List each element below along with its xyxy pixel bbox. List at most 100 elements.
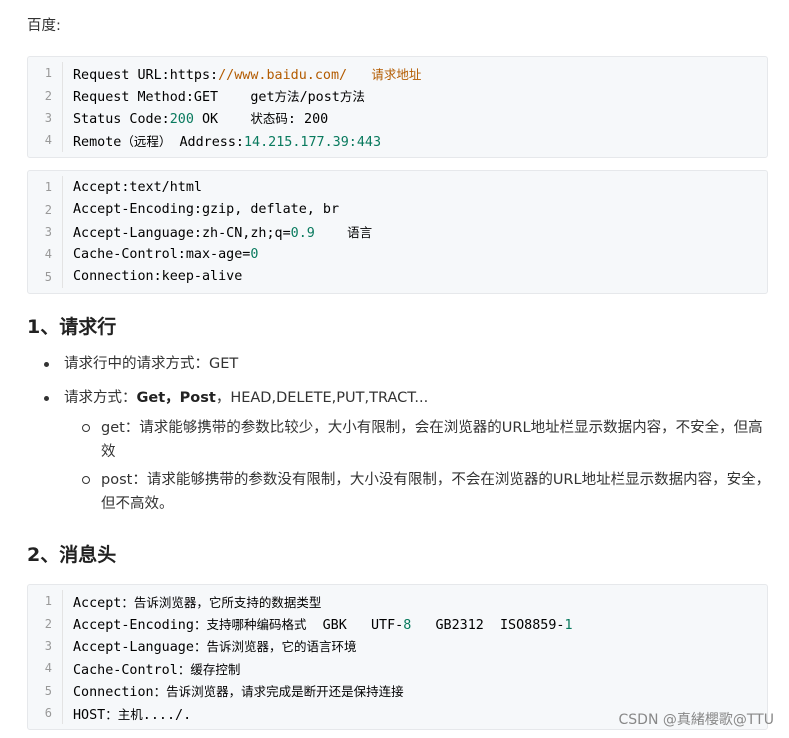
code-token: 200: [169, 112, 194, 128]
code-line: 1 Accept:text/html: [28, 176, 767, 199]
code-line: 4 Cache-Control：缓存控制: [28, 657, 767, 680]
code-token: Status Code:: [73, 112, 170, 128]
code-token: Address:: [171, 134, 244, 150]
line-number: 4: [28, 657, 63, 680]
code-line: 2 Accept-Encoding：支持哪种编码格式 GBK UTF-8 GB23…: [28, 612, 767, 635]
code-line: 4 Cache-Control:max-age=0: [28, 243, 767, 266]
code-token: Accept-Encoding:gzip, deflate, br: [73, 202, 340, 218]
code-text: Accept:text/html: [63, 180, 202, 195]
code-token: Accept-Language: [73, 640, 194, 656]
watermark: CSDN @真緒櫻歌@TTU: [618, 712, 774, 728]
code-text: Request URL:https://www.baidu.com/ 请求地址: [63, 64, 421, 83]
code-token: 0: [250, 246, 259, 262]
code-line: 4 Remote（远程） Address:14.215.177.39:443: [28, 129, 767, 152]
code-line: 2 Accept-Encoding:gzip, deflate, br: [28, 198, 767, 221]
code-line: 3 Accept-Language：告诉浏览器，它的语言环境: [28, 634, 767, 658]
code-token: 1: [564, 618, 573, 634]
code-text: Accept-Language:zh-CN,zh;q=0.9 语言: [63, 222, 372, 241]
code-token: Accept-Language:zh-CN,zh;q=: [73, 226, 291, 242]
code-text: HOST：主机..../.: [63, 704, 191, 723]
code-line: 5 Connection:keep-alive: [28, 265, 767, 288]
sublist-item-post: post：请求能够携带的参数没有限制，大小没有限制，不会在浏览器的URL地址栏显…: [64, 468, 777, 516]
code-token: 状态码: [250, 111, 288, 127]
code-token: GB2312 ISO8859-: [411, 618, 565, 634]
line-number: 3: [28, 106, 63, 130]
code-token: Cache-Control:max-age=: [73, 246, 251, 262]
code-token: ：告诉浏览器，请求完成是断开还是保持连接: [153, 684, 404, 700]
line-number: 2: [28, 612, 63, 635]
list-item-request-method: 请求行中的请求方式：GET: [27, 352, 777, 376]
code-token: 0.9: [290, 226, 315, 242]
code-token: ：告诉浏览器，它的语言环境: [193, 639, 357, 655]
code-token: GBK UTF-: [306, 618, 404, 634]
code-token: Connection:keep-alive: [73, 269, 243, 285]
list-item-prefix: 请求方式：: [64, 390, 137, 406]
code-text: Accept：告诉浏览器，它所支持的数据类型: [63, 592, 321, 611]
sublist-text-get: get：请求能够携带的参数比较少，大小有限制，会在浏览器的URL地址栏显示数据内…: [101, 420, 763, 460]
code-token: HOST: [73, 707, 106, 723]
line-number: 1: [28, 62, 63, 85]
code-block-headers: 1 Accept:text/html 2 Accept-Encoding:gzip, …: [27, 170, 768, 294]
code-text: Accept-Encoding：支持哪种编码格式 GBK UTF-8 GB231…: [63, 614, 573, 633]
code-token: Request URL:https:: [73, 67, 219, 83]
code-token: /post: [299, 90, 340, 106]
code-text: Accept-Language：告诉浏览器，它的语言环境: [63, 636, 356, 655]
code-token: : 200: [287, 112, 329, 128]
code-line: 1 Request URL:https://www.baidu.com/ 请求地址: [28, 62, 767, 85]
line-number: 3: [28, 634, 63, 658]
list-item-request-methods: 请求方式：Get，Post，HEAD,DELETE,PUT,TRACT... g…: [27, 386, 777, 516]
code-text: Status Code:200 OK 状态码: 200: [63, 108, 328, 127]
code-token: 方法: [339, 89, 365, 105]
code-block-request: 1 Request URL:https://www.baidu.com/ 请求地址…: [27, 56, 768, 158]
sublist-item-get: get：请求能够携带的参数比较少，大小有限制，会在浏览器的URL地址栏显示数据内…: [64, 416, 777, 464]
line-number: 3: [28, 220, 63, 244]
code-token: ：缓存控制: [177, 661, 241, 677]
code-token: ..../.: [142, 707, 192, 723]
code-text: Cache-Control：缓存控制: [63, 659, 240, 678]
heading-message-headers: 2、消息头: [27, 544, 117, 566]
line-number: 4: [28, 129, 63, 152]
code-line: 3 Status Code:200 OK 状态码: 200: [28, 106, 767, 130]
code-token: Request Method:GET get: [73, 90, 275, 106]
code-line: 1 Accept：告诉浏览器，它所支持的数据类型: [28, 590, 767, 613]
code-line: 2 Request Method:GET get方法/post方法: [28, 84, 767, 107]
code-token: ：告诉浏览器，它所支持的数据类型: [121, 594, 322, 610]
sublist-text-post: post：请求能够携带的参数没有限制，大小没有限制，不会在浏览器的URL地址栏显…: [101, 472, 771, 512]
code-token: Remote: [73, 134, 122, 150]
code-token: Cache-Control: [73, 662, 178, 678]
intro-text: 百度:: [27, 18, 61, 34]
line-number: 4: [28, 243, 63, 266]
code-token: ：主机: [105, 706, 143, 722]
line-number: 2: [28, 84, 63, 107]
code-token: 请求地址: [371, 66, 422, 82]
code-token: //www.baidu.com/: [218, 67, 348, 83]
code-text: Connection：告诉浏览器，请求完成是断开还是保持连接: [63, 681, 404, 700]
code-token: Accept-Encoding: [73, 618, 194, 634]
code-token: 语言: [347, 225, 373, 241]
code-token: OK: [193, 112, 251, 128]
request-line-list: 请求行中的请求方式：GET 请求方式：Get，Post，HEAD,DELETE,…: [27, 352, 777, 526]
code-token: Accept:text/html: [73, 179, 202, 195]
list-item-text: 请求行中的请求方式：GET: [64, 356, 239, 372]
code-token: 方法: [274, 89, 300, 105]
list-item-bold: Get，Post: [136, 390, 216, 406]
code-token: Connection: [73, 685, 154, 701]
line-number: 6: [28, 701, 63, 725]
code-text: Accept-Encoding:gzip, deflate, br: [63, 202, 339, 217]
code-token: Accept: [73, 595, 122, 611]
line-number: 5: [28, 265, 63, 288]
line-number: 1: [28, 590, 63, 613]
line-number: 5: [28, 679, 63, 702]
code-text: Request Method:GET get方法/post方法: [63, 86, 365, 105]
code-token: ：支持哪种编码格式: [193, 617, 307, 633]
code-token: （远程）: [121, 133, 172, 149]
code-token: 14.215.177.39:443: [243, 134, 382, 150]
code-text: Connection:keep-alive: [63, 269, 242, 284]
code-line: 3 Accept-Language:zh-CN,zh;q=0.9 语言: [28, 220, 767, 244]
code-text: Remote（远程） Address:14.215.177.39:443: [63, 131, 381, 150]
line-number: 1: [28, 176, 63, 199]
heading-request-line: 1、请求行: [27, 316, 117, 338]
method-sublist: get：请求能够携带的参数比较少，大小有限制，会在浏览器的URL地址栏显示数据内…: [64, 416, 777, 516]
